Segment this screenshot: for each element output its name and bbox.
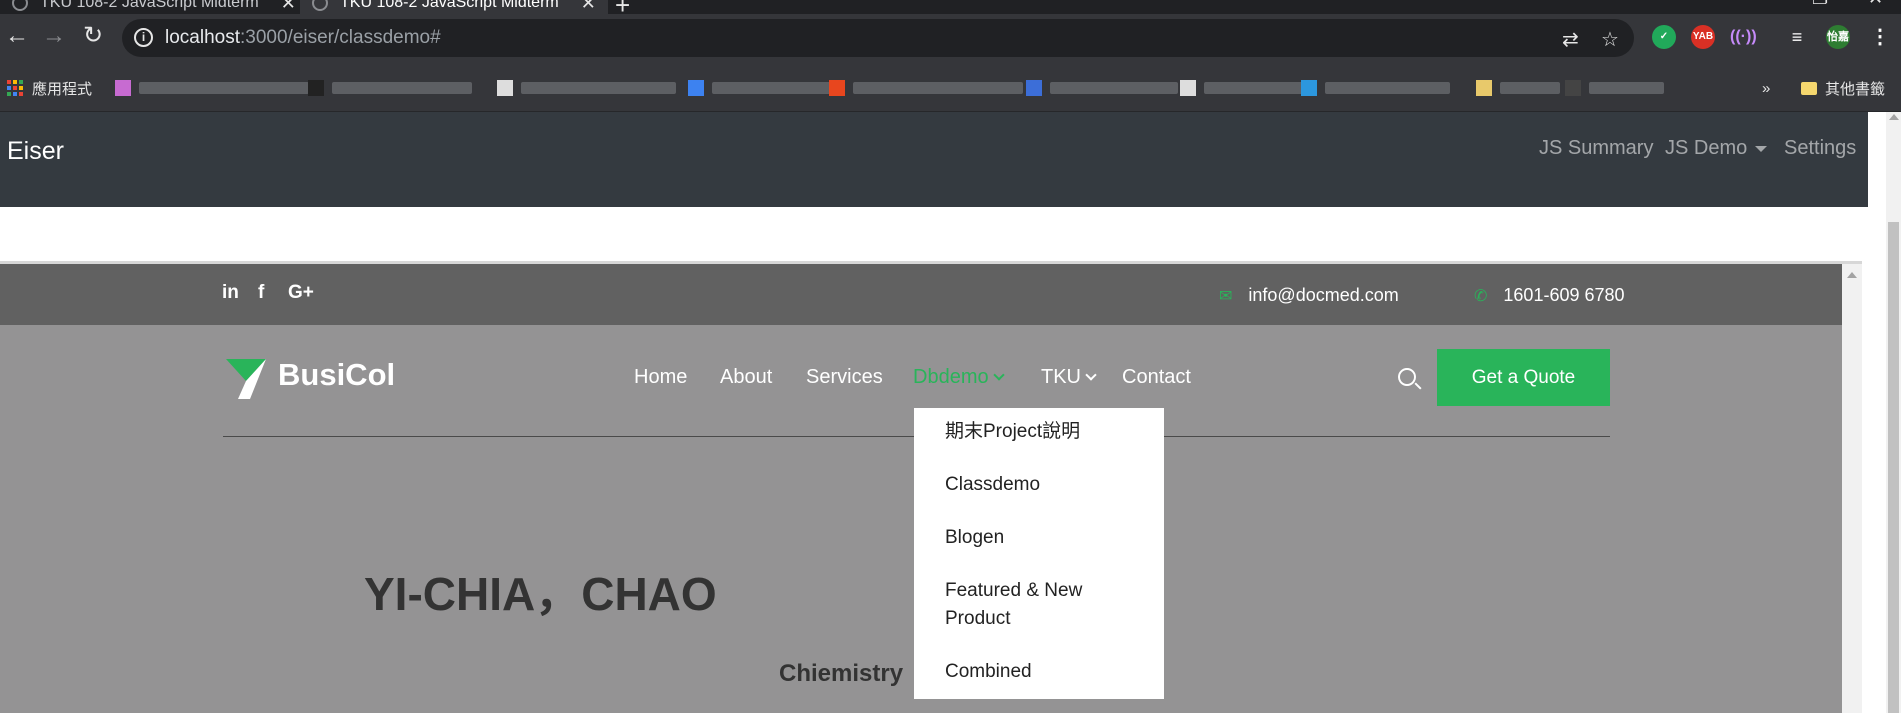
menu-icon[interactable]: ⋮ [1868, 25, 1892, 49]
chevron-down-icon [1085, 369, 1097, 381]
minimize-icon[interactable]: — [1757, 0, 1775, 9]
close-icon[interactable]: ✕ [281, 0, 296, 14]
phone-icon: ✆ [1474, 287, 1488, 305]
bookmarks-bar: 應用程式 » 其他書籤 [0, 62, 1901, 112]
bookmark-item[interactable] [1301, 79, 1450, 97]
bookmark-item[interactable] [1476, 79, 1560, 97]
scroll-up-icon[interactable] [1847, 272, 1857, 278]
search-icon[interactable] [1398, 368, 1416, 386]
hero-major: Chiemistry [779, 660, 904, 687]
url-text[interactable]: localhost:3000/eiser/classdemo# [165, 27, 441, 49]
bookmarks-overflow[interactable]: » [1762, 79, 1770, 97]
menu-home[interactable]: Home [634, 366, 687, 389]
folder-icon [1801, 81, 1817, 95]
apps-grid-icon [7, 80, 23, 96]
site-logo[interactable]: BusiCol [278, 357, 395, 393]
bookmark-apps[interactable]: 應用程式 [7, 79, 92, 98]
bookmark-item[interactable] [115, 79, 309, 97]
dropdown-item-combined[interactable]: Combined [945, 658, 1032, 686]
menu-tku[interactable]: TKU [1041, 366, 1097, 389]
dropdown-item-featured-line2[interactable]: Product [945, 605, 1010, 633]
site-topbar: in f G+ ✉ info@docmed.com ✆ 1601-609 678… [0, 264, 1842, 325]
scroll-up-icon[interactable] [1889, 114, 1899, 120]
page-scrollbar[interactable] [1886, 112, 1901, 713]
phone-contact[interactable]: ✆ 1601-609 6780 [1474, 285, 1625, 306]
globe-icon [312, 0, 328, 11]
bookmark-item[interactable] [308, 79, 472, 97]
nav-settings[interactable]: Settings [1784, 137, 1856, 160]
translate-icon[interactable]: ⇄ [1562, 27, 1579, 52]
bookmark-item[interactable] [829, 79, 1023, 97]
bookmark-item[interactable] [1026, 79, 1178, 97]
tab-title: TKU 108-2 JavaScript Midterm [340, 0, 559, 11]
omnibox[interactable]: i localhost:3000/eiser/classdemo# ⇄ ☆ [122, 19, 1634, 57]
nav-js-demo[interactable]: JS Demo [1665, 137, 1768, 160]
eiser-navbar: Eiser JS Summary JS Demo Settings [0, 112, 1868, 207]
tab-title: TKU 108-2 JavaScript Midterm [40, 0, 259, 11]
logo-icon [226, 359, 266, 399]
reload-icon[interactable]: ↻ [83, 24, 103, 48]
google-plus-icon[interactable]: G+ [288, 282, 314, 304]
yab-extension-icon[interactable]: YAB [1691, 25, 1715, 49]
bookmark-item[interactable] [497, 79, 676, 97]
dropdown-item-blogen[interactable]: Blogen [945, 524, 1004, 552]
shield-extension-icon[interactable]: ✓ [1652, 25, 1676, 49]
caret-down-icon [1755, 145, 1768, 152]
tab-strip: TKU 108-2 JavaScript Midterm ✕ TKU 108-2… [0, 0, 1901, 20]
menu-dbdemo[interactable]: Dbdemo [913, 366, 1005, 389]
playlist-icon[interactable]: ≡ [1785, 25, 1809, 49]
close-window-icon[interactable]: ✕ [1868, 0, 1883, 9]
dropdown-item-classdemo[interactable]: Classdemo [945, 471, 1040, 499]
dbdemo-dropdown: 期末Project說明 Classdemo Blogen Featured & … [914, 408, 1164, 699]
bookmark-item[interactable] [1180, 79, 1304, 97]
tab-1[interactable]: TKU 108-2 JavaScript Midterm ✕ [12, 0, 296, 14]
globe-icon [12, 0, 28, 11]
menu-services[interactable]: Services [806, 366, 883, 389]
info-icon[interactable]: i [134, 28, 153, 47]
linkedin-icon[interactable]: in [222, 282, 239, 304]
menu-about[interactable]: About [720, 366, 772, 389]
close-icon[interactable]: ✕ [581, 0, 596, 14]
eiser-brand[interactable]: Eiser [7, 137, 64, 166]
chevron-down-icon [992, 369, 1005, 381]
forward-icon[interactable]: → [42, 24, 66, 48]
spacer-band [0, 207, 1862, 262]
envelope-icon: ✉ [1219, 287, 1233, 305]
other-bookmarks-folder[interactable]: 其他書籤 [1801, 79, 1885, 98]
scroll-thumb[interactable] [1888, 222, 1899, 713]
hero-name: YI-CHIA，CHAO [364, 568, 717, 620]
address-bar: ← → ↻ i localhost:3000/eiser/classdemo# … [0, 14, 1901, 62]
dropdown-item-featured[interactable]: Featured & New [945, 577, 1082, 605]
back-icon[interactable]: ← [5, 24, 29, 48]
tab-2[interactable]: TKU 108-2 JavaScript Midterm ✕ [300, 0, 608, 14]
bookmark-item[interactable] [1565, 79, 1664, 97]
nav-js-summary[interactable]: JS Summary [1539, 137, 1653, 160]
broadcast-extension-icon[interactable]: ((·)) [1730, 25, 1757, 49]
frame-scrollbar[interactable] [1842, 264, 1862, 713]
bookmark-item[interactable] [688, 79, 832, 97]
get-a-quote-button[interactable]: Get a Quote [1437, 349, 1610, 406]
restore-icon[interactable]: ❐ [1812, 0, 1828, 9]
bookmark-star-icon[interactable]: ☆ [1601, 27, 1619, 52]
dropdown-item-project[interactable]: 期末Project說明 [945, 418, 1080, 446]
avatar[interactable]: 怡嘉 [1826, 25, 1850, 49]
menu-contact[interactable]: Contact [1122, 366, 1191, 389]
email-contact[interactable]: ✉ info@docmed.com [1219, 285, 1399, 306]
facebook-icon[interactable]: f [258, 282, 264, 304]
